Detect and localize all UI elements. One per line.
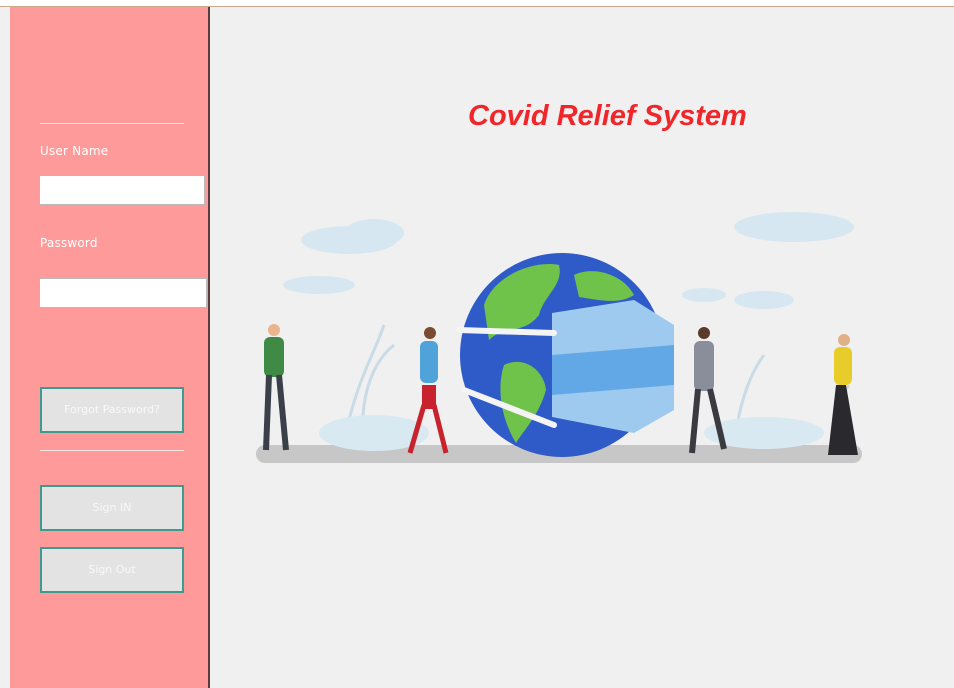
- window-top-edge: [0, 0, 954, 7]
- password-label: Password: [40, 236, 98, 250]
- username-input[interactable]: [39, 175, 205, 205]
- app-title: Covid Relief System: [468, 100, 747, 132]
- login-sidebar: User Name Password Forgot Password? Sign…: [10, 7, 210, 688]
- username-label: User Name: [40, 144, 109, 158]
- covid-illustration: [234, 205, 896, 486]
- middle-separator: [40, 450, 184, 451]
- sign-out-button[interactable]: Sign Out: [40, 547, 184, 593]
- top-separator: [40, 123, 184, 124]
- sign-in-button[interactable]: Sign IN: [40, 485, 184, 531]
- password-input[interactable]: [39, 278, 207, 308]
- forgot-password-button[interactable]: Forgot Password?: [40, 387, 184, 433]
- main-panel: Covid Relief System: [210, 7, 954, 688]
